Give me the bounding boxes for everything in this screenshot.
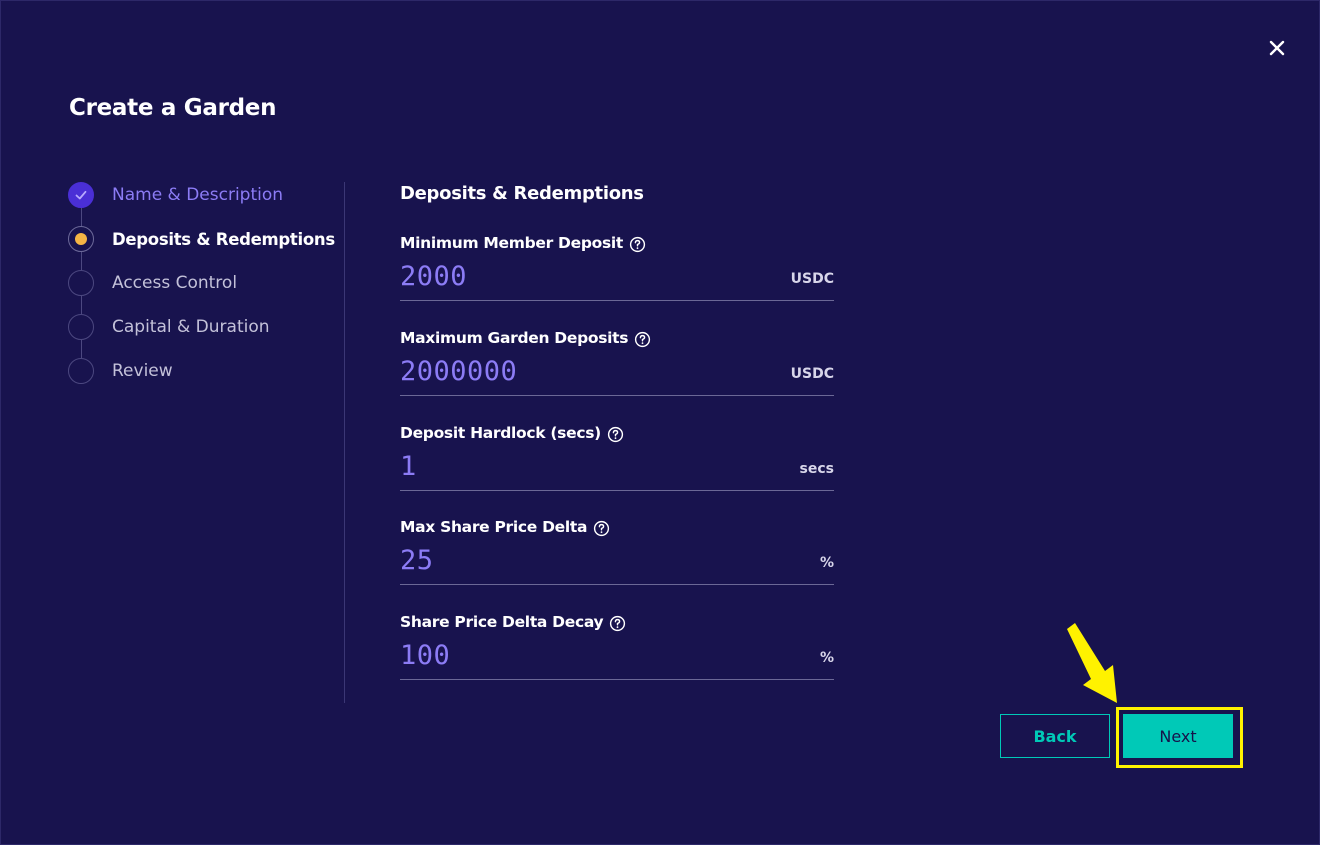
max-garden-deposits-field: Maximum Garden Deposits USDC <box>400 328 834 408</box>
step-name-description[interactable]: Name & Description <box>68 181 283 209</box>
step-indicator-pending <box>68 270 94 296</box>
help-circle-icon[interactable] <box>629 236 646 253</box>
section-title: Deposits & Redemptions <box>400 183 644 204</box>
input-underline <box>400 300 834 301</box>
field-label: Max Share Price Delta <box>400 518 588 536</box>
step-capital-duration[interactable]: Capital & Duration <box>68 313 270 341</box>
field-label-wrapper: Deposit Hardlock (secs) <box>400 423 624 443</box>
field-label-wrapper: Max Share Price Delta <box>400 517 610 537</box>
close-icon[interactable] <box>1263 34 1291 62</box>
active-dot-icon <box>75 233 87 245</box>
field-label: Minimum Member Deposit <box>400 234 624 252</box>
step-connector <box>81 296 82 314</box>
max-share-price-delta-field: Max Share Price Delta % <box>400 517 834 597</box>
step-label: Deposits & Redemptions <box>112 229 335 249</box>
unit-label: % <box>819 555 834 571</box>
step-deposits-redemptions[interactable]: Deposits & Redemptions <box>68 225 335 253</box>
arrow-pointer-icon <box>1067 623 1117 703</box>
step-indicator-pending <box>68 314 94 340</box>
field-label: Deposit Hardlock (secs) <box>400 424 601 442</box>
step-access-control[interactable]: Access Control <box>68 269 237 297</box>
unit-label: % <box>819 650 834 666</box>
help-circle-icon[interactable] <box>607 426 624 443</box>
help-circle-icon[interactable] <box>609 615 626 632</box>
help-circle-icon[interactable] <box>634 331 651 348</box>
unit-label: USDC <box>790 271 834 287</box>
vertical-divider <box>344 182 345 703</box>
field-label: Maximum Garden Deposits <box>400 329 629 347</box>
modal: Create a Garden Name & Description Depos… <box>0 0 1320 845</box>
step-label: Access Control <box>112 273 238 293</box>
deposit-hardlock-field: Deposit Hardlock (secs) secs <box>400 423 834 503</box>
unit-label: USDC <box>790 366 834 382</box>
share-price-delta-decay-field: Share Price Delta Decay % <box>400 612 834 692</box>
input-underline <box>400 395 834 396</box>
step-indicator-active <box>68 226 94 252</box>
step-review[interactable]: Review <box>68 357 173 385</box>
input-underline <box>400 490 834 491</box>
min-member-deposit-input[interactable] <box>400 259 780 293</box>
field-label-wrapper: Minimum Member Deposit <box>400 233 646 253</box>
field-label-wrapper: Share Price Delta Decay <box>400 612 626 632</box>
next-button[interactable]: Next <box>1123 714 1233 758</box>
max-garden-deposits-input[interactable] <box>400 354 780 388</box>
step-connector <box>81 208 82 226</box>
field-label: Share Price Delta Decay <box>400 613 604 631</box>
step-label: Name & Description <box>112 185 284 205</box>
max-share-price-delta-input[interactable] <box>400 543 780 577</box>
step-indicator-done <box>68 182 94 208</box>
step-label: Review <box>112 361 173 381</box>
input-underline <box>400 679 834 680</box>
step-connector <box>81 252 82 270</box>
unit-label: secs <box>799 461 834 477</box>
input-underline <box>400 584 834 585</box>
back-button[interactable]: Back <box>1000 714 1110 758</box>
step-connector <box>81 340 82 358</box>
modal-title: Create a Garden <box>69 95 277 121</box>
check-icon <box>75 190 87 200</box>
step-label: Capital & Duration <box>112 317 270 337</box>
help-circle-icon[interactable] <box>593 520 610 537</box>
step-indicator-pending <box>68 358 94 384</box>
field-label-wrapper: Maximum Garden Deposits <box>400 328 651 348</box>
share-price-delta-decay-input[interactable] <box>400 638 780 672</box>
deposit-hardlock-input[interactable] <box>400 449 780 483</box>
min-member-deposit-field: Minimum Member Deposit USDC <box>400 233 834 313</box>
